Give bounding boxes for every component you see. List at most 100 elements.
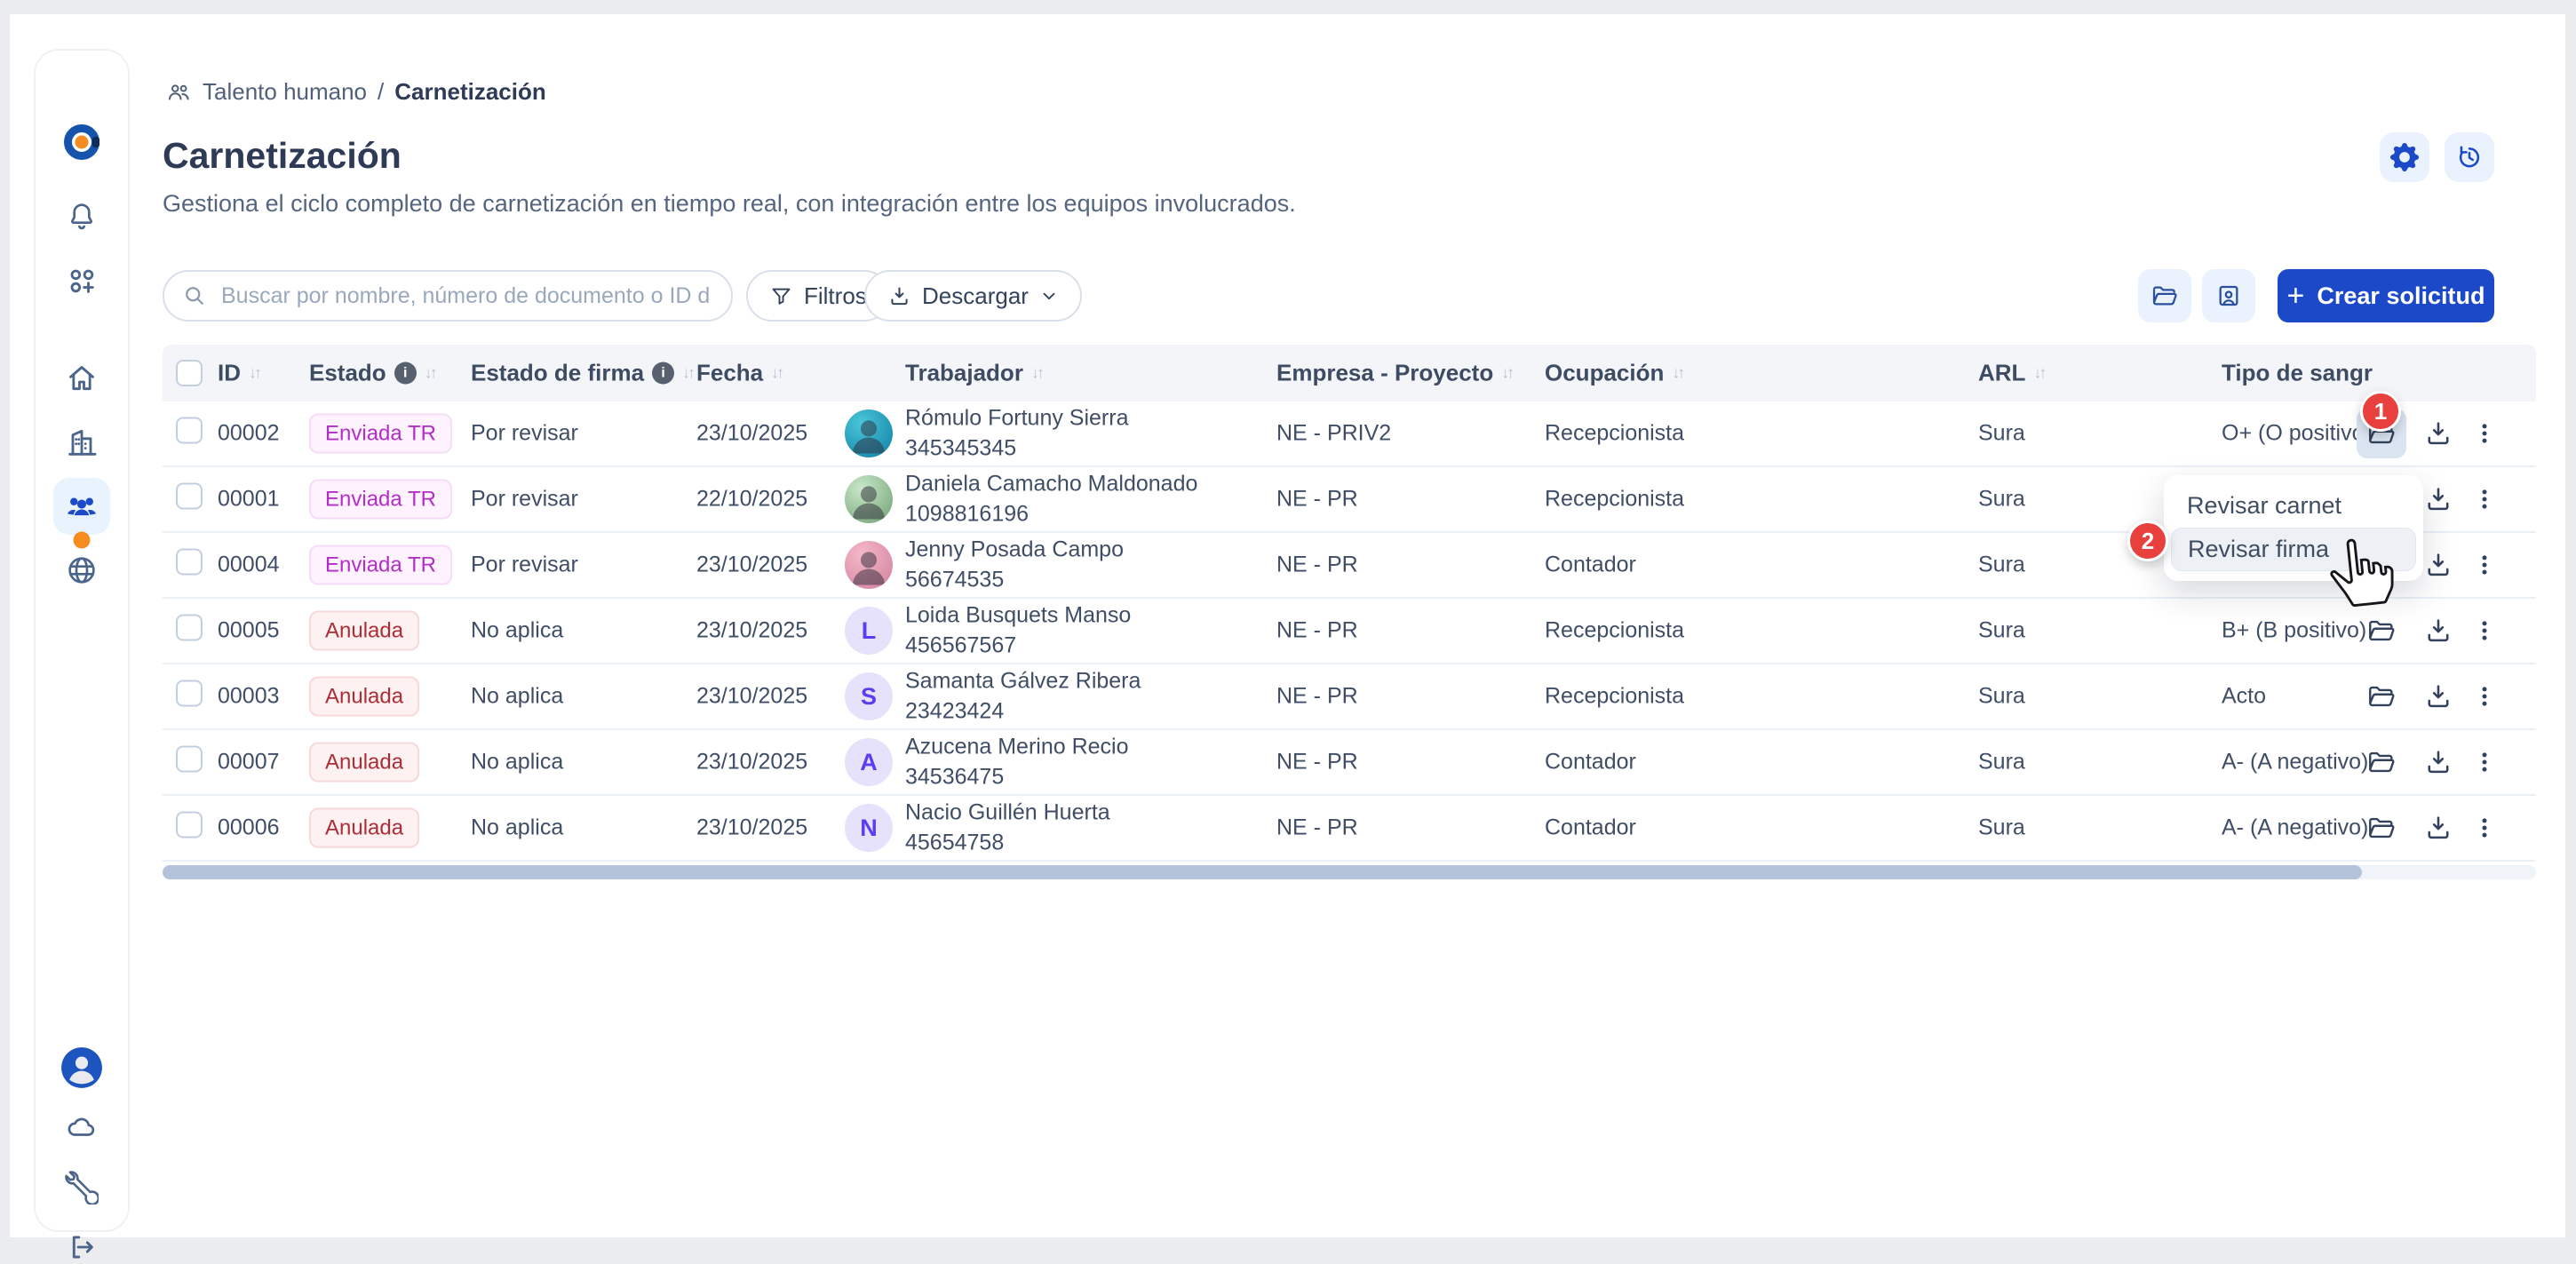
chevron-down-icon bbox=[1039, 286, 1059, 306]
download-action-button[interactable] bbox=[2413, 803, 2463, 853]
col-trabajador[interactable]: Trabajador↓↑ bbox=[905, 358, 1042, 389]
col-tipo-sangre[interactable]: Tipo de sangr bbox=[2222, 360, 2373, 387]
worker-avatar: L bbox=[845, 607, 893, 655]
row-menu-button[interactable] bbox=[2460, 803, 2509, 853]
row-checkbox[interactable] bbox=[176, 549, 203, 576]
status-badge: Enviada TR bbox=[309, 480, 452, 520]
sidebar bbox=[34, 49, 130, 1232]
kebab-menu-icon bbox=[2471, 486, 2498, 513]
row-id: 00001 bbox=[218, 487, 280, 513]
row-menu-button[interactable] bbox=[2460, 606, 2509, 656]
col-estado-firma[interactable]: Estado de firmai↓↑ bbox=[471, 360, 693, 387]
folder-library-button[interactable] bbox=[2138, 269, 2191, 322]
user-avatar[interactable] bbox=[60, 1045, 104, 1090]
folder-action-button[interactable] bbox=[2357, 803, 2406, 853]
row-checkbox[interactable] bbox=[176, 417, 203, 444]
folder-action-button[interactable] bbox=[2357, 737, 2406, 787]
col-estado[interactable]: Estadoi↓↑ bbox=[309, 360, 435, 387]
signature-status: Por revisar bbox=[471, 487, 578, 513]
sort-icon: ↓↑ bbox=[771, 364, 782, 383]
globe-icon[interactable] bbox=[64, 553, 99, 588]
id-badge-button[interactable] bbox=[2202, 269, 2255, 322]
occupation: Contador bbox=[1545, 553, 1636, 578]
wrench-icon[interactable] bbox=[65, 1171, 99, 1204]
col-empresa-proyecto[interactable]: Empresa - Proyecto↓↑ bbox=[1276, 360, 1512, 387]
occupation: Contador bbox=[1545, 750, 1636, 775]
col-fecha[interactable]: Fecha↓↑ bbox=[696, 360, 782, 387]
sort-icon: ↓↑ bbox=[1672, 364, 1682, 383]
info-icon[interactable]: i bbox=[652, 362, 674, 385]
blood-type: Acto bbox=[2222, 684, 2266, 710]
breadcrumb-section[interactable]: Talento humano bbox=[203, 78, 367, 106]
download-action-button[interactable] bbox=[2413, 606, 2463, 656]
row-checkbox[interactable] bbox=[176, 680, 203, 707]
worker-info: Jenny Posada Campo56674535 bbox=[905, 536, 1124, 595]
company-building-icon[interactable] bbox=[64, 425, 99, 460]
row-checkbox[interactable] bbox=[176, 483, 203, 510]
breadcrumb-separator: / bbox=[378, 78, 384, 106]
select-all-checkbox[interactable] bbox=[176, 360, 203, 386]
search-input[interactable] bbox=[219, 282, 713, 310]
worker-avatar bbox=[845, 475, 893, 523]
download-icon bbox=[2423, 681, 2453, 711]
history-button[interactable] bbox=[2445, 132, 2494, 182]
logout-icon[interactable] bbox=[65, 1230, 99, 1264]
company-project: NE - PR bbox=[1276, 750, 1358, 775]
folder-icon bbox=[2151, 282, 2179, 310]
page-subtitle: Gestiona el ciclo completo de carnetizac… bbox=[163, 190, 1296, 218]
worker-name: Azucena Merino Recio bbox=[905, 733, 1129, 763]
scrollbar-thumb[interactable] bbox=[163, 865, 2362, 879]
status-badge: Anulada bbox=[309, 808, 419, 848]
row-checkbox[interactable] bbox=[176, 746, 203, 773]
open-folder-icon bbox=[2366, 813, 2397, 843]
download-action-button[interactable] bbox=[2413, 409, 2463, 458]
breadcrumb: Talento humano / Carnetización bbox=[165, 78, 546, 106]
brand-logo-icon[interactable] bbox=[61, 122, 102, 163]
arl: Sura bbox=[1978, 815, 2025, 841]
row-menu-button[interactable] bbox=[2460, 737, 2509, 787]
download-action-button[interactable] bbox=[2413, 737, 2463, 787]
company-project: NE - PR bbox=[1276, 815, 1358, 841]
download-button[interactable]: Descargar bbox=[864, 270, 1082, 322]
settings-button[interactable] bbox=[2380, 132, 2429, 182]
col-ocupacion[interactable]: Ocupación↓↑ bbox=[1545, 360, 1682, 387]
open-folder-icon bbox=[2366, 616, 2397, 646]
worker-avatar: A bbox=[845, 738, 893, 786]
row-checkbox[interactable] bbox=[176, 812, 203, 839]
signature-status: No aplica bbox=[471, 618, 563, 644]
menu-item-revisar-carnet[interactable]: Revisar carnet bbox=[2171, 485, 2416, 527]
download-icon bbox=[2423, 616, 2453, 646]
worker-avatar bbox=[845, 409, 893, 457]
row-menu-button[interactable] bbox=[2460, 672, 2509, 721]
cloud-icon[interactable] bbox=[64, 1110, 99, 1146]
folder-action-button[interactable] bbox=[2357, 672, 2406, 721]
download-action-button[interactable] bbox=[2413, 672, 2463, 721]
kebab-menu-icon bbox=[2471, 420, 2498, 447]
row-checkbox[interactable] bbox=[176, 615, 203, 641]
row-menu-button[interactable] bbox=[2460, 540, 2509, 590]
info-icon[interactable]: i bbox=[394, 362, 417, 385]
notifications-bell-icon[interactable] bbox=[64, 199, 99, 235]
apps-add-icon[interactable] bbox=[64, 263, 99, 298]
signature-status: No aplica bbox=[471, 815, 563, 841]
folder-action-button[interactable] bbox=[2357, 606, 2406, 656]
col-id[interactable]: ID↓↑ bbox=[218, 360, 259, 387]
col-arl[interactable]: ARL↓↑ bbox=[1978, 360, 2044, 387]
row-menu-button[interactable] bbox=[2460, 474, 2509, 524]
download-icon bbox=[2423, 418, 2453, 449]
blood-type: A- (A negativo) bbox=[2222, 750, 2368, 775]
create-request-button[interactable]: + Crear solicitud bbox=[2278, 269, 2494, 322]
arl: Sura bbox=[1978, 684, 2025, 710]
worker-avatar bbox=[845, 541, 893, 589]
table-row: 00002Enviada TRPor revisar23/10/2025Rómu… bbox=[163, 401, 2536, 467]
people-team-icon[interactable] bbox=[63, 488, 100, 525]
company-project: NE - PR bbox=[1276, 553, 1358, 578]
row-id: 00004 bbox=[218, 553, 280, 578]
filters-label: Filtros bbox=[804, 282, 867, 310]
status-badge: Anulada bbox=[309, 743, 419, 783]
home-icon[interactable] bbox=[64, 361, 99, 396]
row-menu-button[interactable] bbox=[2460, 409, 2509, 458]
download-icon bbox=[887, 284, 911, 308]
date: 23/10/2025 bbox=[696, 750, 807, 775]
main-content: Talento humano / Carnetización Carnetiza… bbox=[10, 14, 2565, 1237]
